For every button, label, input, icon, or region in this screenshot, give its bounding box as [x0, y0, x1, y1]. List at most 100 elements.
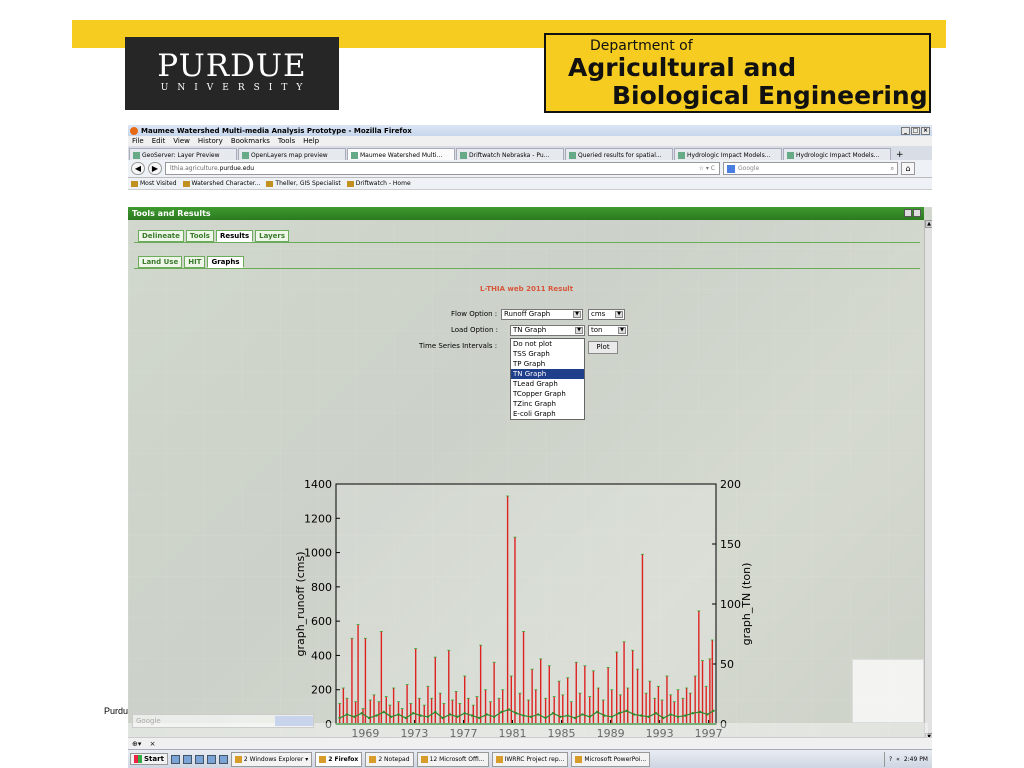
tn-point — [684, 714, 687, 717]
subtab-hit[interactable]: HIT — [184, 256, 206, 268]
tab-results[interactable]: Results — [215, 230, 254, 242]
tray-icon[interactable]: ? — [889, 756, 892, 763]
tn-point — [654, 712, 658, 715]
map-content-area[interactable]: Tools and Results ▲ ▼ DelineateToolsResu… — [128, 207, 932, 741]
minimize-button[interactable]: _ — [901, 126, 910, 135]
quicklaunch-icon[interactable] — [206, 754, 216, 764]
menu-item-file[interactable]: File — [132, 137, 144, 145]
plot-button[interactable]: Plot — [588, 341, 618, 354]
quicklaunch-icon[interactable] — [170, 754, 180, 764]
bookmark-item[interactable]: Most Visited — [131, 180, 177, 187]
search-icon[interactable]: ⌕ — [891, 165, 894, 173]
load-option-select[interactable]: TN Graph ▼ — [510, 325, 585, 336]
url-bar[interactable]: lthia.agriculture. purdue.edu ☆ ▾ C — [165, 162, 720, 175]
tn-point — [625, 709, 628, 712]
addon-icon[interactable]: ⊕▾ — [132, 740, 141, 748]
dropdown-option[interactable]: TSS Graph — [511, 349, 584, 359]
quicklaunch-icon[interactable] — [218, 754, 228, 764]
tn-point — [404, 716, 408, 720]
dropdown-option[interactable]: TLead Graph — [511, 379, 584, 389]
bookmark-icon — [346, 180, 354, 187]
forward-button[interactable]: ▶ — [148, 162, 162, 175]
tab-delineate[interactable]: Delineate — [138, 230, 184, 242]
addon-close-icon[interactable]: × — [150, 740, 156, 748]
browser-tab-label: Hydrologic Impact Models... — [796, 152, 880, 159]
taskbar-task-label: 12 Microsoft Offi... — [429, 755, 485, 763]
quicklaunch-icon[interactable] — [194, 754, 204, 764]
tn-point — [581, 713, 584, 716]
browser-tab[interactable]: Driftwatch Nebraska - Pu... — [456, 148, 564, 160]
sub-tab-row: Land Use HIT Graphs — [138, 256, 244, 268]
quicklaunch-icon[interactable] — [182, 754, 192, 764]
browser-tab[interactable]: GeoServer: Layer Preview — [129, 148, 237, 160]
taskbar-task[interactable]: 2 Firefox — [315, 751, 363, 767]
back-button[interactable]: ◀ — [131, 162, 145, 175]
subtab-land-use[interactable]: Land Use — [138, 256, 183, 268]
tray-icon[interactable]: « — [896, 756, 900, 763]
taskbar-task[interactable]: IWRRC Project rep... — [491, 751, 569, 767]
start-button[interactable]: Start — [130, 753, 168, 765]
tn-point — [419, 714, 422, 717]
favicon-icon — [242, 152, 249, 159]
menu-item-history[interactable]: History — [198, 137, 223, 145]
search-box[interactable]: Google ⌕ — [723, 162, 898, 175]
bookmark-star-icon[interactable]: ☆ ▾ C — [699, 165, 715, 172]
bookmark-item[interactable]: Driftwatch - Home — [346, 180, 411, 187]
menu-item-edit[interactable]: Edit — [152, 137, 166, 145]
browser-tab[interactable]: OpenLayers map preview — [238, 148, 346, 160]
new-tab-icon[interactable]: + — [892, 150, 908, 160]
browser-tab[interactable]: Hydrologic Impact Models... — [674, 148, 782, 160]
taskbar-task-label: IWRRC Project rep... — [504, 755, 565, 763]
main-tab-underline — [134, 242, 920, 243]
browser-tab[interactable]: Hydrologic Impact Models... — [783, 148, 891, 160]
dropdown-option[interactable]: Do not plot — [511, 339, 584, 349]
vertical-scrollbar[interactable]: ▲ ▼ — [924, 220, 932, 741]
close-button[interactable]: × — [921, 126, 930, 135]
taskbar-task[interactable]: Microsoft PowerPoi... — [571, 751, 651, 767]
browser-tab-label: Driftwatch Nebraska - Pu... — [469, 152, 550, 159]
maximize-button[interactable]: □ — [911, 126, 920, 135]
load-unit-select[interactable]: ton ▼ — [588, 325, 628, 336]
dropdown-option[interactable]: TCopper Graph — [511, 389, 584, 399]
flow-option-select[interactable]: Runoff Graph ▼ — [501, 309, 583, 320]
menu-item-help[interactable]: Help — [303, 137, 319, 145]
tab-tools[interactable]: Tools — [185, 230, 214, 242]
dropdown-option[interactable]: TZinc Graph — [511, 399, 584, 409]
google-search-button[interactable] — [275, 716, 313, 726]
dropdown-option[interactable]: E-coli Graph — [511, 409, 584, 419]
home-button[interactable]: ⌂ — [901, 162, 915, 175]
tn-point — [610, 715, 614, 718]
flow-unit-select[interactable]: cms ▼ — [588, 309, 625, 320]
panel-minimize-button[interactable] — [904, 209, 912, 217]
taskbar-task[interactable]: 2 Windows Explorer ▾ — [230, 751, 313, 767]
browser-tab-label: Queried results for spatial... — [578, 152, 662, 159]
dropdown-option[interactable]: TP Graph — [511, 359, 584, 369]
browser-tab[interactable]: Queried results for spatial... — [565, 148, 673, 160]
menu-item-tools[interactable]: Tools — [278, 137, 295, 145]
tn-point — [338, 716, 341, 720]
taskbar-task[interactable]: 2 Notepad — [365, 751, 414, 767]
menu-item-view[interactable]: View — [173, 137, 190, 145]
tn-point — [463, 712, 466, 715]
menu-item-bookmarks[interactable]: Bookmarks — [231, 137, 270, 145]
map-overview-widget[interactable] — [852, 659, 924, 723]
bookmark-item[interactable]: Theller, GIS Specialist — [266, 180, 341, 187]
tn-point — [640, 714, 643, 717]
tn-point — [492, 715, 496, 718]
purdue-logo-subtitle: UNIVERSITY — [160, 83, 312, 93]
bookmark-item[interactable]: Watershed Character... — [182, 180, 261, 187]
taskbar-task[interactable]: 12 Microsoft Offi... — [416, 751, 489, 767]
browser-tab[interactable]: Maumee Watershed Multi... — [347, 148, 455, 160]
bookmark-label: Watershed Character... — [191, 180, 261, 187]
favicon-icon — [460, 152, 467, 159]
tab-layers[interactable]: Layers — [255, 230, 290, 242]
tn-point — [441, 716, 444, 720]
scroll-up-icon[interactable]: ▲ — [925, 220, 932, 228]
panel-maximize-button[interactable] — [913, 209, 921, 217]
slide-footer-text: Purdu — [104, 706, 129, 716]
tn-point — [669, 713, 672, 716]
tn-point — [603, 714, 606, 717]
dropdown-option[interactable]: TN Graph — [511, 369, 584, 379]
subtab-graphs[interactable]: Graphs — [207, 256, 244, 268]
menu-bar: File Edit View History Bookmarks Tools Help — [128, 136, 932, 146]
